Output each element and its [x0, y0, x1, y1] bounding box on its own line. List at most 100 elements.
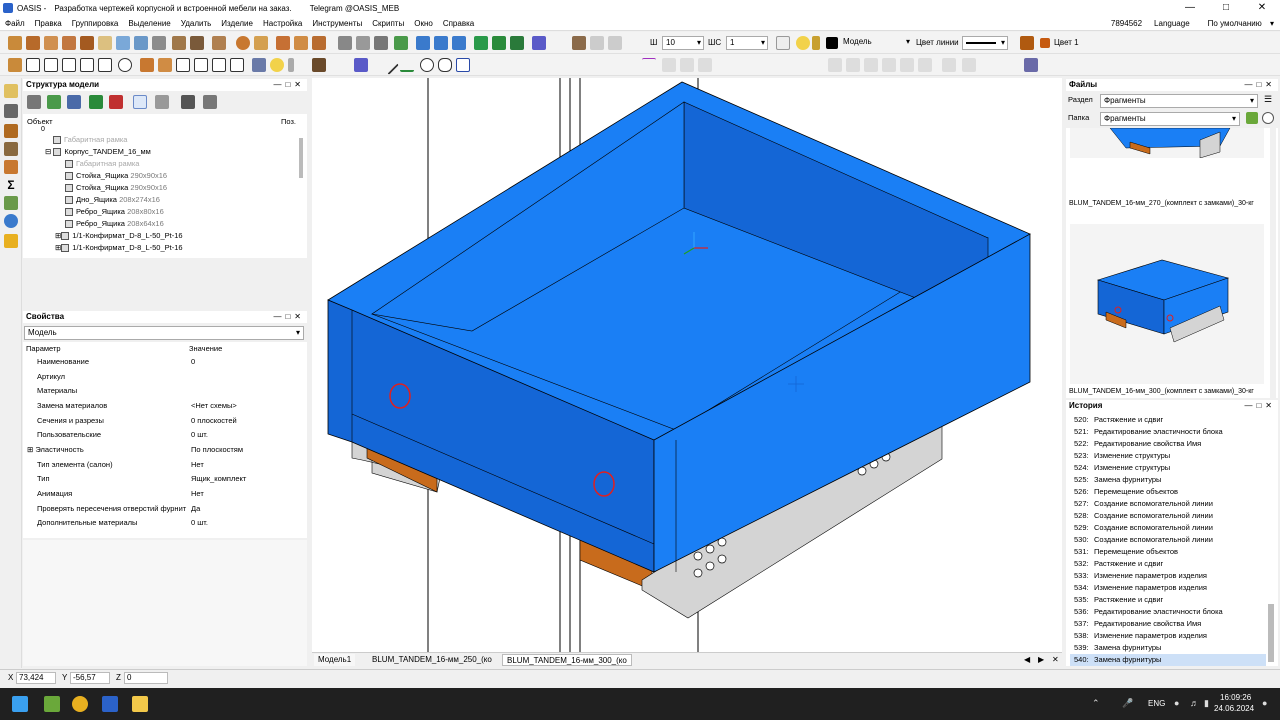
profile-icon[interactable]: [134, 36, 148, 50]
close-icon[interactable]: ✕: [1244, 0, 1280, 16]
history-item[interactable]: 537: Редактирование свойства Имя: [1070, 618, 1266, 630]
object-select-icon[interactable]: [4, 84, 18, 98]
tree-item[interactable]: Ребро_Ящика 208x64x16: [65, 218, 164, 230]
property-value[interactable]: По плоскостям: [191, 444, 243, 456]
structure-list-icon[interactable]: [181, 95, 195, 109]
panel-tool-icon[interactable]: [4, 124, 18, 138]
folder-select[interactable]: Фрагменты ▾: [1100, 112, 1240, 126]
history-item[interactable]: 528: Создание вспомогательной линии: [1070, 510, 1266, 522]
history-item[interactable]: 538: Изменение параметров изделия: [1070, 630, 1266, 642]
mic-icon[interactable]: 🎤: [1122, 698, 1133, 709]
file-name-1[interactable]: BLUM_TANDEM_16-мм_270_(комплект с замкам…: [1069, 198, 1254, 210]
property-value[interactable]: Ящик_комплект: [191, 473, 246, 485]
structure-add-icon[interactable]: [47, 95, 61, 109]
tree-scrollbar[interactable]: [299, 138, 303, 178]
history-item[interactable]: 525: Замена фурнитуры: [1070, 474, 1266, 486]
shaded-view-icon[interactable]: [140, 58, 154, 72]
history-item[interactable]: 522: Редактирование свойства Имя: [1070, 438, 1266, 450]
line-tool-icon[interactable]: [379, 55, 399, 75]
collapse-icon[interactable]: ⊟: [45, 147, 53, 156]
wifi-icon[interactable]: ●: [1174, 698, 1179, 708]
edge-icon[interactable]: [212, 36, 226, 50]
view-front-icon[interactable]: [26, 58, 40, 72]
history-item[interactable]: 524: Изменение структуры: [1070, 462, 1266, 474]
tree-item[interactable]: Ребро_Ящика 208x80x16: [65, 206, 164, 218]
property-value[interactable]: Нет: [191, 488, 204, 500]
view-right-icon[interactable]: [80, 58, 94, 72]
layers-icon[interactable]: [608, 36, 622, 50]
panel-horizontal-icon[interactable]: [62, 36, 76, 50]
snap-icon[interactable]: [354, 58, 368, 72]
menu-edit[interactable]: Правка: [30, 19, 67, 28]
clock-time[interactable]: 16:09:26: [1220, 693, 1251, 702]
menu-scripts[interactable]: Скрипты: [367, 19, 409, 28]
property-value[interactable]: 0 шт.: [191, 517, 208, 529]
tree-item[interactable]: ⊟ Корпус_TANDEM_16_мм: [45, 146, 151, 158]
insert-block-icon[interactable]: [394, 36, 408, 50]
maximize-icon[interactable]: □: [1208, 0, 1244, 16]
tree-item[interactable]: Габаритная рамка: [65, 158, 139, 170]
history-item[interactable]: 533: Изменение параметров изделия: [1070, 570, 1266, 582]
circle-tool-icon[interactable]: [420, 58, 434, 72]
color-label[interactable]: Цвет 1: [1054, 38, 1079, 47]
chevron-up-icon[interactable]: ⌃: [1092, 698, 1100, 709]
tab-scroll-left-icon[interactable]: ◀: [1020, 654, 1034, 666]
structure-tools-icon[interactable]: [27, 95, 41, 109]
light-dropdown-icon[interactable]: [288, 58, 294, 72]
property-value[interactable]: 0 плоскостей: [191, 415, 237, 427]
plugin-icon[interactable]: [4, 234, 18, 248]
hammer-icon[interactable]: [4, 142, 18, 156]
input-language[interactable]: ENG: [1148, 699, 1165, 708]
ungroup-icon[interactable]: [590, 36, 604, 50]
menu-file[interactable]: Файл: [0, 19, 30, 28]
line-style-field[interactable]: 1 ▾: [726, 36, 768, 50]
dimension-icon[interactable]: [338, 36, 352, 50]
history-item[interactable]: 535: Растяжение и сдвиг: [1070, 594, 1266, 606]
files-scrollbar[interactable]: [1270, 128, 1276, 398]
structure-remove-icon[interactable]: [109, 95, 123, 109]
color-swatch-icon[interactable]: [1040, 38, 1050, 48]
file-thumbnail-1[interactable]: [1070, 127, 1264, 159]
history-item[interactable]: 530: Создание вспомогательной линии: [1070, 534, 1266, 546]
structure-curve-icon[interactable]: [89, 95, 103, 109]
shaded-edges-icon[interactable]: [158, 58, 172, 72]
hidden-lines-icon[interactable]: [194, 58, 208, 72]
dimension-tool-icon[interactable]: [456, 58, 470, 72]
menu-tools[interactable]: Инструменты: [307, 19, 367, 28]
history-item[interactable]: 532: Растяжение и сдвиг: [1070, 558, 1266, 570]
history-item[interactable]: 531: Перемещение объектов: [1070, 546, 1266, 558]
structure-help-icon[interactable]: [67, 95, 81, 109]
property-value[interactable]: <Нет схемы>: [191, 400, 237, 412]
tree-item[interactable]: ⊞ 1/1-Конфирмат_D-8_L-50_Pt-16: [55, 242, 183, 254]
history-panel-controls[interactable]: —□✕: [1244, 400, 1276, 412]
material-icon[interactable]: [532, 36, 546, 50]
line-color-select[interactable]: ▾: [962, 36, 1008, 50]
properties-selector[interactable]: Модель ▾: [24, 326, 304, 340]
properties-panel-controls[interactable]: —□✕: [273, 311, 305, 323]
files-panel-controls[interactable]: —□✕: [1244, 79, 1276, 91]
model-viewport[interactable]: [312, 78, 1062, 652]
facade-icon[interactable]: [98, 36, 112, 50]
section-select[interactable]: Фрагменты ▾: [1100, 94, 1258, 108]
layer-visibility-icon[interactable]: [776, 36, 790, 50]
help-icon[interactable]: [1024, 58, 1038, 72]
rotate-body-icon[interactable]: [312, 36, 326, 50]
structure-view-icon[interactable]: [155, 95, 169, 109]
sum-icon[interactable]: Σ: [4, 178, 18, 192]
property-value[interactable]: Да: [191, 503, 200, 515]
tree-item[interactable]: Стойка_Ящика 290x90x16: [65, 170, 167, 182]
axis-tool-icon[interactable]: [642, 58, 656, 72]
menu-settings[interactable]: Настройка: [258, 19, 307, 28]
sections-icon[interactable]: [230, 58, 244, 72]
view-back-icon[interactable]: [98, 58, 112, 72]
file-thumbnail-2[interactable]: [1070, 224, 1264, 384]
bulb-icon[interactable]: [796, 36, 810, 50]
align-right-icon[interactable]: [452, 36, 466, 50]
tab-blum-250[interactable]: BLUM_TANDEM_16-мм_250_(ко: [368, 654, 496, 666]
history-item[interactable]: 534: Изменение параметров изделия: [1070, 582, 1266, 594]
tab-model[interactable]: Модель1: [314, 654, 356, 666]
files-menu-icon[interactable]: ☰: [1264, 94, 1272, 105]
copy-icon[interactable]: [356, 36, 370, 50]
box-icon[interactable]: [276, 36, 290, 50]
bend-panel-icon[interactable]: [80, 36, 94, 50]
